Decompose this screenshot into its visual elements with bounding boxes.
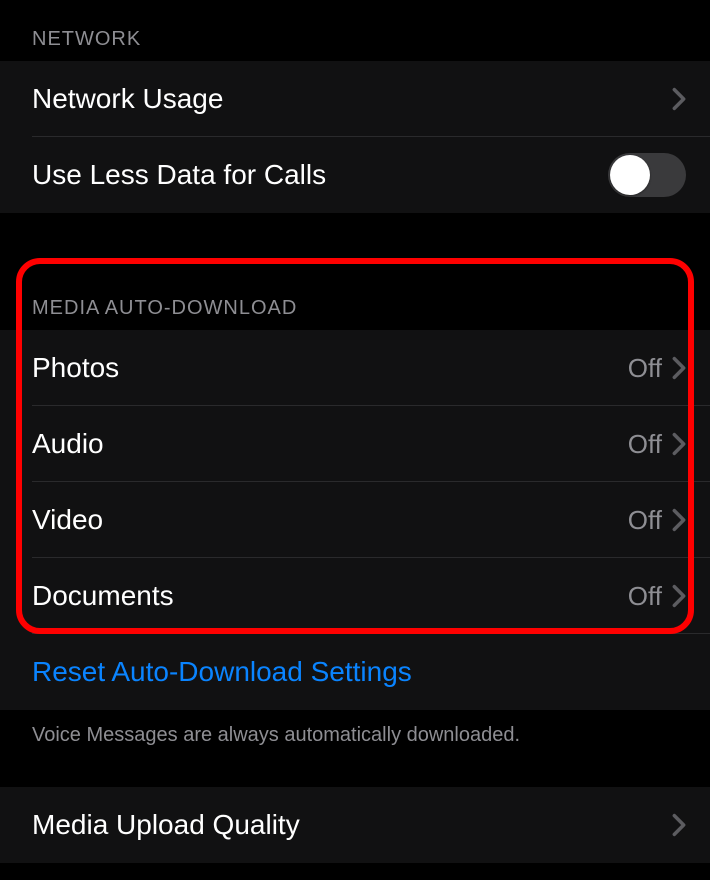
toggle-use-less-data[interactable] xyxy=(608,153,686,197)
settings-screen: NETWORK Network Usage Use Less Data for … xyxy=(0,0,710,880)
cell-network-usage[interactable]: Network Usage xyxy=(0,61,710,137)
group-media-auto-download: Photos Off Audio Off Video Off Documents… xyxy=(0,330,710,710)
section-header-media-auto-download: MEDIA AUTO-DOWNLOAD xyxy=(0,269,710,330)
cell-audio[interactable]: Audio Off xyxy=(0,406,710,482)
cell-value: Off xyxy=(628,505,662,536)
chevron-right-icon xyxy=(672,432,686,456)
cell-value: Off xyxy=(628,429,662,460)
cell-label: Audio xyxy=(32,428,628,460)
cell-value: Off xyxy=(628,581,662,612)
section-header-label: NETWORK xyxy=(32,28,141,50)
toggle-knob xyxy=(610,155,650,195)
group-media-upload: Media Upload Quality xyxy=(0,787,710,863)
chevron-right-icon xyxy=(672,584,686,608)
cell-use-less-data[interactable]: Use Less Data for Calls xyxy=(0,137,710,213)
cell-label: Reset Auto-Download Settings xyxy=(32,656,686,688)
cell-label: Photos xyxy=(32,352,628,384)
cell-media-upload-quality[interactable]: Media Upload Quality xyxy=(0,787,710,863)
section-footer-label: Voice Messages are always automatically … xyxy=(32,724,520,746)
cell-reset-auto-download[interactable]: Reset Auto-Download Settings xyxy=(0,634,710,710)
cell-documents[interactable]: Documents Off xyxy=(0,558,710,634)
chevron-right-icon xyxy=(672,508,686,532)
section-footer-media-auto-download: Voice Messages are always automatically … xyxy=(0,710,710,747)
cell-label: Video xyxy=(32,504,628,536)
chevron-right-icon xyxy=(672,87,686,111)
cell-label: Use Less Data for Calls xyxy=(32,159,608,191)
cell-video[interactable]: Video Off xyxy=(0,482,710,558)
cell-label: Network Usage xyxy=(32,83,672,115)
cell-value: Off xyxy=(628,353,662,384)
cell-label: Media Upload Quality xyxy=(32,809,672,841)
chevron-right-icon xyxy=(672,813,686,837)
chevron-right-icon xyxy=(672,356,686,380)
section-header-network: NETWORK xyxy=(0,0,710,61)
cell-label: Documents xyxy=(32,580,628,612)
cell-photos[interactable]: Photos Off xyxy=(0,330,710,406)
section-gap xyxy=(0,747,710,787)
group-network: Network Usage Use Less Data for Calls xyxy=(0,61,710,213)
section-header-label: MEDIA AUTO-DOWNLOAD xyxy=(32,297,297,319)
section-gap xyxy=(0,213,710,269)
